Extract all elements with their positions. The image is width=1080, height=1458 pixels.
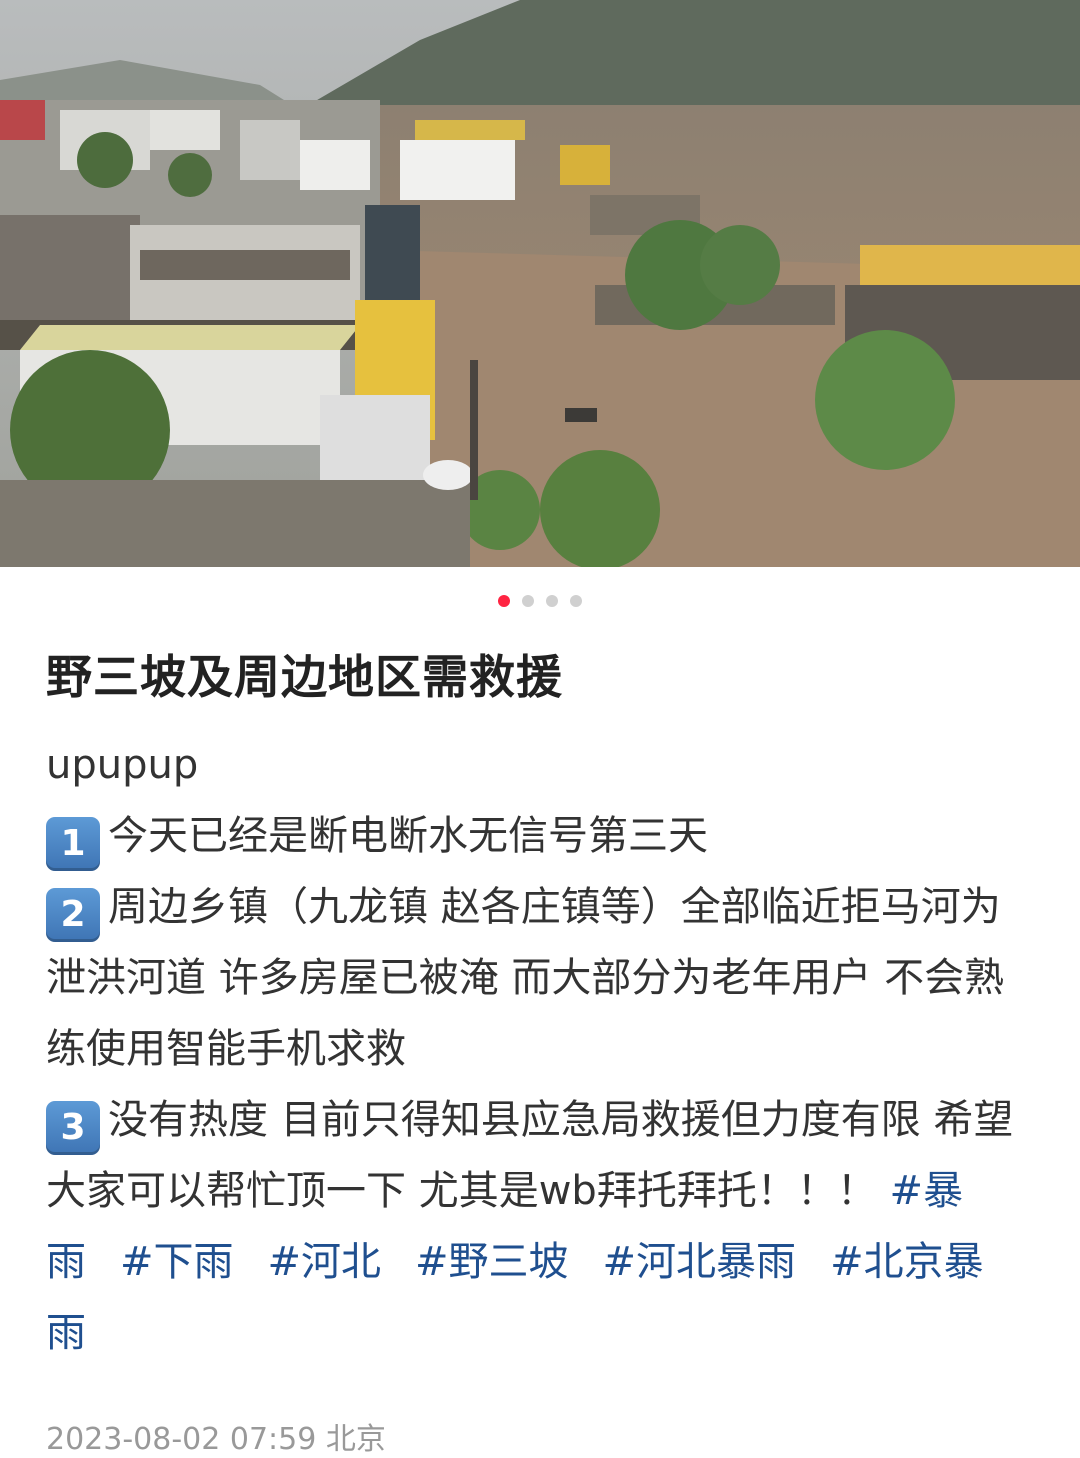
keycap-three-icon: 3 — [46, 1101, 100, 1155]
post-timestamp: 2023-08-02 07:59 北京 — [46, 1422, 386, 1457]
hashtag-link[interactable]: #野三坡 — [415, 1239, 569, 1285]
list-item: 2 周边乡镇（九龙镇 赵各庄镇等）全部临近拒马河为泄洪河道 许多房屋已被淹 而大部… — [46, 872, 1036, 1085]
post-photo[interactable] — [0, 0, 1080, 567]
list-item: 3 没有热度 目前只得知县应急局救援但力度有限 希望大家可以帮忙顶一下 尤其是wb… — [46, 1085, 1036, 1369]
list-item: 1 今天已经是断电断水无信号第三天 — [46, 801, 1036, 872]
hashtag-link[interactable]: #河北 — [268, 1239, 382, 1285]
carousel-dot[interactable] — [546, 595, 558, 607]
keycap-two-icon: 2 — [46, 888, 100, 942]
flood-photo-illustration — [0, 0, 1080, 567]
list-item-text: 周边乡镇（九龙镇 赵各庄镇等）全部临近拒马河为泄洪河道 许多房屋已被淹 而大部分… — [46, 884, 1005, 1072]
list-item-text: 没有热度 目前只得知县应急局救援但力度有限 希望大家可以帮忙顶一下 尤其是wb拜… — [46, 1097, 1014, 1214]
carousel-dot[interactable] — [570, 595, 582, 607]
post-title: 野三坡及周边地区需救援 — [46, 650, 563, 704]
carousel-dot[interactable] — [522, 595, 534, 607]
keycap-one-icon: 1 — [46, 817, 100, 871]
list-item-text: 今天已经是断电断水无信号第三天 — [108, 813, 708, 859]
hashtag-link[interactable]: #下雨 — [120, 1239, 234, 1285]
carousel-dot-active[interactable] — [498, 595, 510, 607]
hashtag-link[interactable]: #河北暴雨 — [603, 1239, 797, 1285]
author-line: upupup — [46, 742, 199, 788]
post-body: upupup 1 今天已经是断电断水无信号第三天 2 周边乡镇（九龙镇 赵各庄镇等）… — [46, 730, 1036, 1369]
carousel-indicator[interactable] — [0, 595, 1080, 607]
